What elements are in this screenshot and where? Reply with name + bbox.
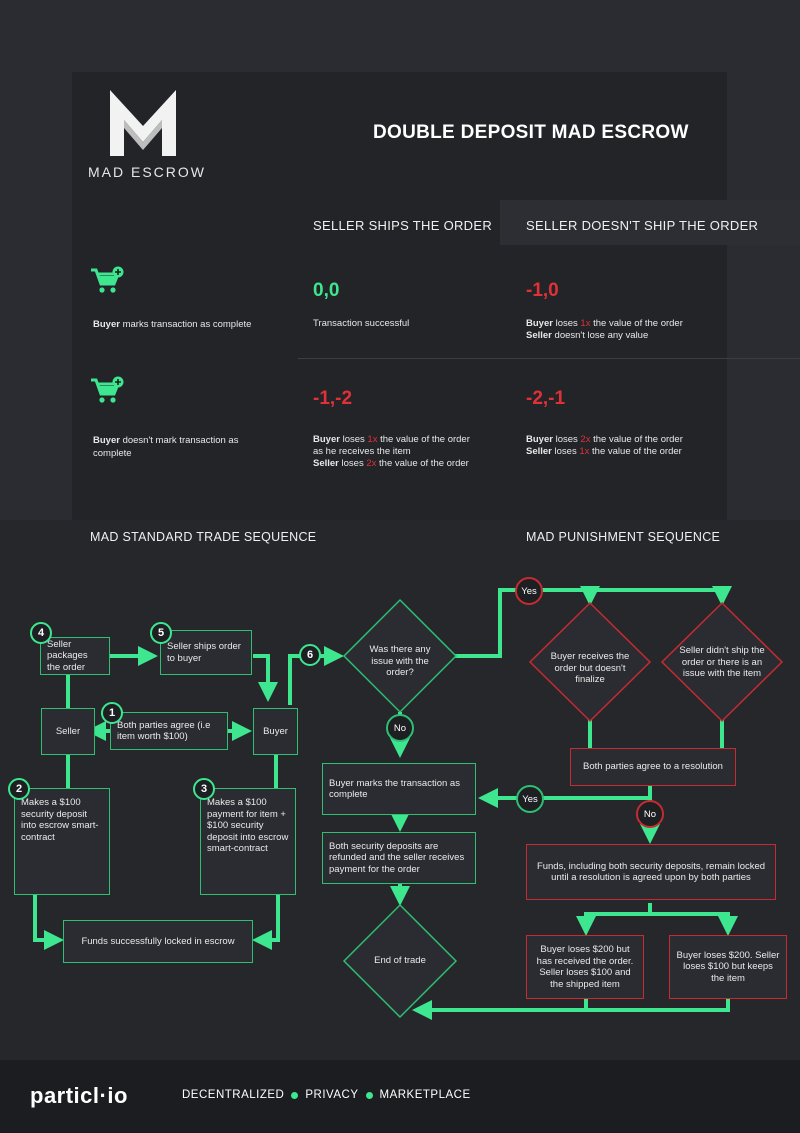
dot-icon (291, 1091, 299, 1099)
box-seller: Seller (41, 708, 95, 755)
box-buyer-deposit: Makes a $100 payment for item + $100 sec… (200, 788, 296, 895)
yes-label-issue: Yes (515, 577, 543, 605)
end-of-trade-text: End of trade (374, 955, 426, 966)
box-outcome-right: Buyer loses $200. Seller loses $100 but … (669, 935, 787, 999)
step-2-badge: 2 (8, 778, 30, 800)
box-resolution: Both parties agree to a resolution (570, 748, 736, 786)
footer-item-marketplace: MARKETPLACE (379, 1089, 471, 1101)
decision-buyer-text: Buyer receives the order but doesn't fin… (550, 651, 630, 685)
flow-connectors (33, 586, 784, 1020)
dot-icon (365, 1091, 373, 1099)
decision-issue-text: Was there any issue with the order? (369, 644, 431, 678)
step-3-badge: 3 (193, 778, 215, 800)
step-5-badge: 5 (150, 622, 172, 644)
step-4-badge: 4 (30, 622, 52, 644)
yes-label-resolution: Yes (516, 785, 544, 813)
box-buyer-marks-complete: Buyer marks the transaction as complete (322, 763, 476, 815)
box-outcome-left: Buyer loses $200 but has received the or… (526, 935, 644, 999)
box-both-agree: Both parties agree (i.e item worth $100) (110, 712, 228, 750)
box-deposits-refunded: Both security deposits are refunded and … (322, 832, 476, 884)
decision-seller-text: Seller didn't ship the order or there is… (679, 645, 765, 679)
box-seller-packages: Seller packages the order (40, 637, 110, 675)
no-label-issue: No (386, 714, 414, 742)
box-buyer: Buyer (253, 708, 298, 755)
step-1-badge: 1 (101, 702, 123, 724)
box-funds-locked: Funds successfully locked in escrow (63, 920, 253, 963)
footer-item-decentralized: DECENTRALIZED (182, 1089, 285, 1101)
particl-brand: particl·io (30, 1083, 128, 1108)
footer-tagline: DECENTRALIZED PRIVACY MARKETPLACE (182, 1089, 471, 1101)
box-seller-ships: Seller ships order to buyer (160, 630, 252, 675)
footer-item-privacy: PRIVACY (305, 1089, 359, 1101)
step-6-badge: 6 (299, 644, 321, 666)
box-seller-deposit: Makes a $100 security deposit into escro… (14, 788, 110, 895)
box-funds-remain-locked: Funds, including both security deposits,… (526, 844, 776, 900)
no-label-resolution: No (636, 800, 664, 828)
